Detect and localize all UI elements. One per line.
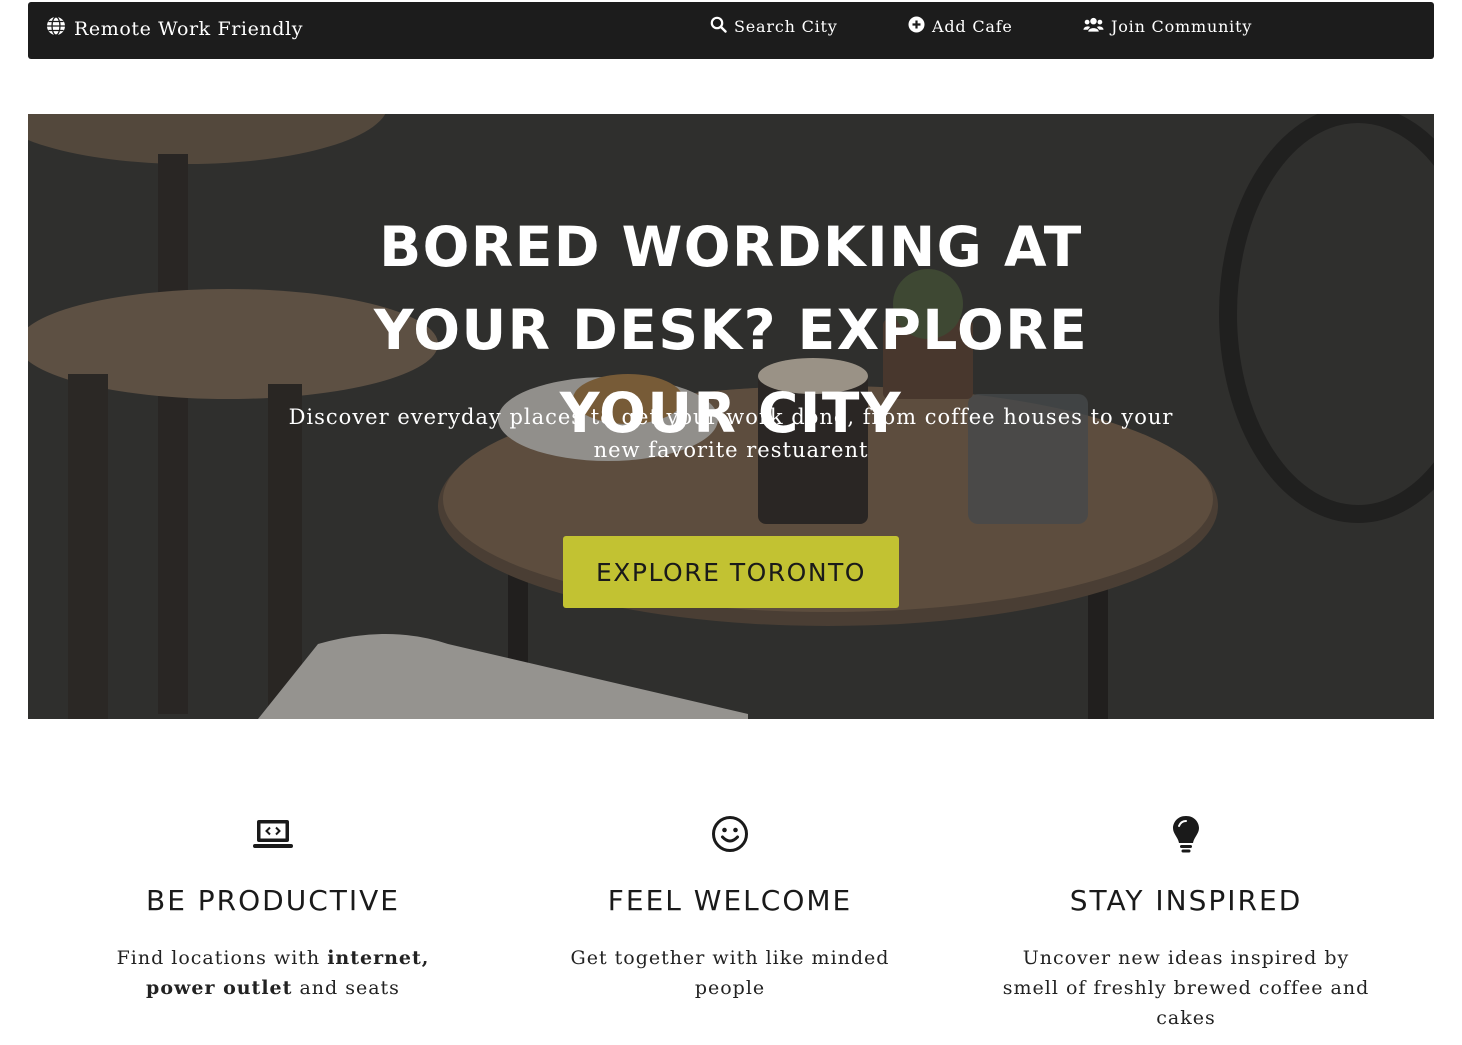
feature-feel-welcome: FEEL WELCOME Get together with like mind…: [510, 812, 950, 1003]
feature-stay-inspired: STAY INSPIRED Uncover new ideas inspired…: [966, 812, 1406, 1033]
lightbulb-icon: [966, 812, 1406, 856]
feature-text: Uncover new ideas inspired by smell of f…: [1002, 947, 1370, 1029]
nav-add-cafe-label: Add Cafe: [932, 17, 1013, 36]
users-icon: [1083, 16, 1104, 37]
smile-icon: [510, 812, 950, 856]
explore-toronto-button[interactable]: EXPLORE TORONTO: [563, 536, 899, 608]
nav-search-city[interactable]: Search City: [710, 16, 838, 37]
laptop-code-icon: [53, 812, 493, 856]
nav-add-cafe[interactable]: Add Cafe: [908, 16, 1013, 37]
feature-title: FEEL WELCOME: [607, 884, 853, 917]
feature-text: Find locations with internet, power outl…: [116, 947, 430, 999]
feature-text: Get together with like minded people: [570, 947, 890, 999]
brand-link[interactable]: Remote Work Friendly: [46, 16, 303, 41]
hero-subtitle: Discover everyday places to get your wor…: [288, 405, 1174, 462]
navbar: Remote Work Friendly Search City Add Caf…: [28, 2, 1434, 59]
nav-join-community-label: Join Community: [1111, 17, 1253, 36]
globe-icon: [46, 16, 66, 41]
search-icon: [710, 16, 727, 37]
nav-join-community[interactable]: Join Community: [1083, 16, 1252, 37]
feature-title: STAY INSPIRED: [1069, 884, 1303, 917]
nav-links: Search City Add Cafe Join Community: [710, 16, 1251, 37]
plus-circle-icon: [908, 16, 925, 37]
nav-search-city-label: Search City: [734, 17, 838, 36]
brand-name: Remote Work Friendly: [74, 17, 304, 40]
feature-title: BE PRODUCTIVE: [146, 884, 400, 917]
hero-section: BORED WORDKING AT YOUR DESK? EXPLORE YOU…: [28, 114, 1434, 719]
feature-be-productive: BE PRODUCTIVE Find locations with intern…: [53, 812, 493, 1003]
